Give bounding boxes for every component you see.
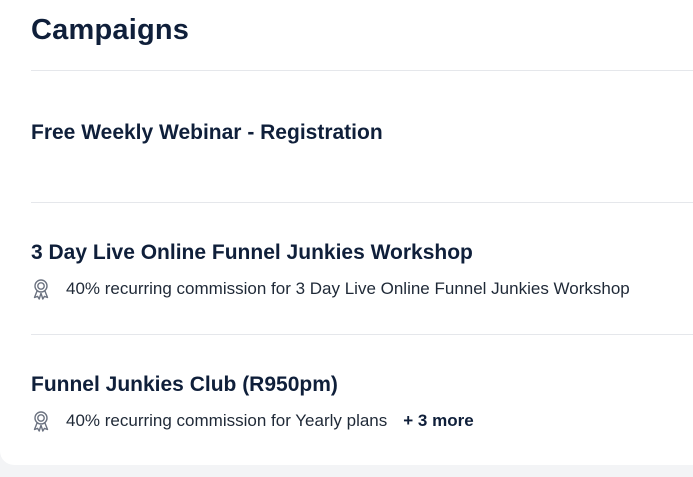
commission-row: 40% recurring commission for 3 Day Live … bbox=[31, 278, 630, 300]
award-icon bbox=[31, 410, 51, 432]
campaigns-card: Campaigns Free Weekly Webinar - Registra… bbox=[0, 0, 693, 465]
award-icon bbox=[31, 278, 51, 300]
campaign-name[interactable]: Free Weekly Webinar - Registration bbox=[31, 121, 383, 145]
commission-text: 40% recurring commission for Yearly plan… bbox=[66, 411, 388, 430]
divider bbox=[31, 202, 693, 203]
campaign-name[interactable]: 3 Day Live Online Funnel Junkies Worksho… bbox=[31, 241, 473, 265]
commission-row: 40% recurring commission for Yearly plan… bbox=[31, 410, 474, 432]
commission-text: 40% recurring commission for 3 Day Live … bbox=[66, 279, 630, 298]
campaign-name[interactable]: Funnel Junkies Club (R950pm) bbox=[31, 373, 338, 397]
divider bbox=[31, 70, 693, 71]
page-title: Campaigns bbox=[31, 14, 190, 46]
more-commissions-link[interactable]: + 3 more bbox=[403, 411, 473, 431]
divider bbox=[31, 334, 693, 335]
